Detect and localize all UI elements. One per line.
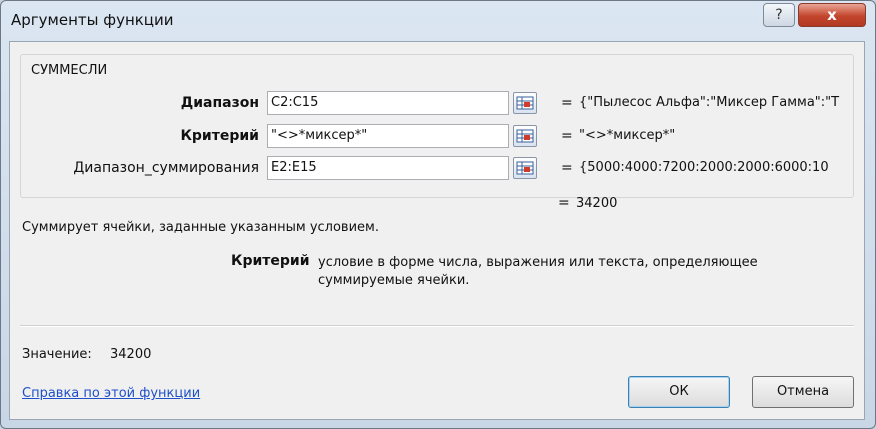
arg-input-range[interactable]: C2:C15	[267, 91, 509, 115]
arg-equals-criteria: =	[561, 128, 573, 144]
function-description: Суммирует ячейки, заданные указанным усл…	[22, 220, 379, 235]
arg-input-sum-range-value: E2:E15	[271, 160, 317, 175]
close-button[interactable]: x	[798, 3, 866, 27]
ok-button[interactable]: ОК	[628, 376, 730, 408]
formula-equals: =	[558, 195, 570, 211]
function-name: СУММЕСЛИ	[31, 63, 108, 78]
arg-input-criteria-value: "<>*миксер*"	[271, 128, 368, 143]
arg-label-sum-range: Диапазон_суммирования	[73, 160, 259, 176]
argument-help-text: условие в форме числа, выражения или тек…	[318, 254, 818, 290]
argument-help-line2: суммируемые ячейки.	[318, 273, 470, 288]
cancel-button[interactable]: Отмена	[752, 376, 854, 408]
arg-equals-sum-range: =	[561, 160, 573, 176]
arg-input-sum-range[interactable]: E2:E15	[267, 156, 509, 180]
formula-result: 34200	[576, 196, 618, 211]
dialog-body: СУММЕСЛИ Диапазон C2:C15 = {"Пылесос Аль…	[9, 41, 865, 420]
range-select-icon[interactable]	[513, 92, 537, 114]
arg-input-criteria[interactable]: "<>*миксер*"	[267, 124, 509, 148]
value-label: Значение:	[22, 347, 92, 362]
divider	[20, 325, 854, 327]
function-help-link[interactable]: Справка по этой функции	[22, 386, 200, 401]
arg-result-criteria: "<>*миксер*"	[579, 128, 676, 143]
arg-result-range: {"Пылесос Альфа":"Миксер Гамма":"Т	[579, 95, 840, 110]
argument-help-line1: условие в форме числа, выражения или тек…	[318, 255, 758, 270]
dialog-title: Аргументы функции	[11, 11, 174, 29]
arg-label-criteria: Критерий	[180, 128, 259, 144]
range-select-icon[interactable]	[513, 157, 537, 179]
help-button[interactable]: ?	[763, 3, 795, 27]
dialog-window: Аргументы функции ? x СУММЕСЛИ Диапазон …	[0, 0, 876, 429]
argument-help-name: Критерий	[231, 253, 310, 269]
title-bar[interactable]: Аргументы функции ? x	[1, 1, 875, 37]
arguments-group: СУММЕСЛИ Диапазон C2:C15 = {"Пылесос Аль…	[20, 54, 854, 198]
range-select-icon[interactable]	[513, 125, 537, 147]
arg-input-range-value: C2:C15	[271, 95, 319, 110]
arg-label-range: Диапазон	[180, 95, 259, 111]
value-result: 34200	[110, 347, 152, 362]
arg-result-sum-range: {5000:4000:7200:2000:2000:6000:10	[579, 160, 829, 175]
arg-equals-range: =	[561, 95, 573, 111]
